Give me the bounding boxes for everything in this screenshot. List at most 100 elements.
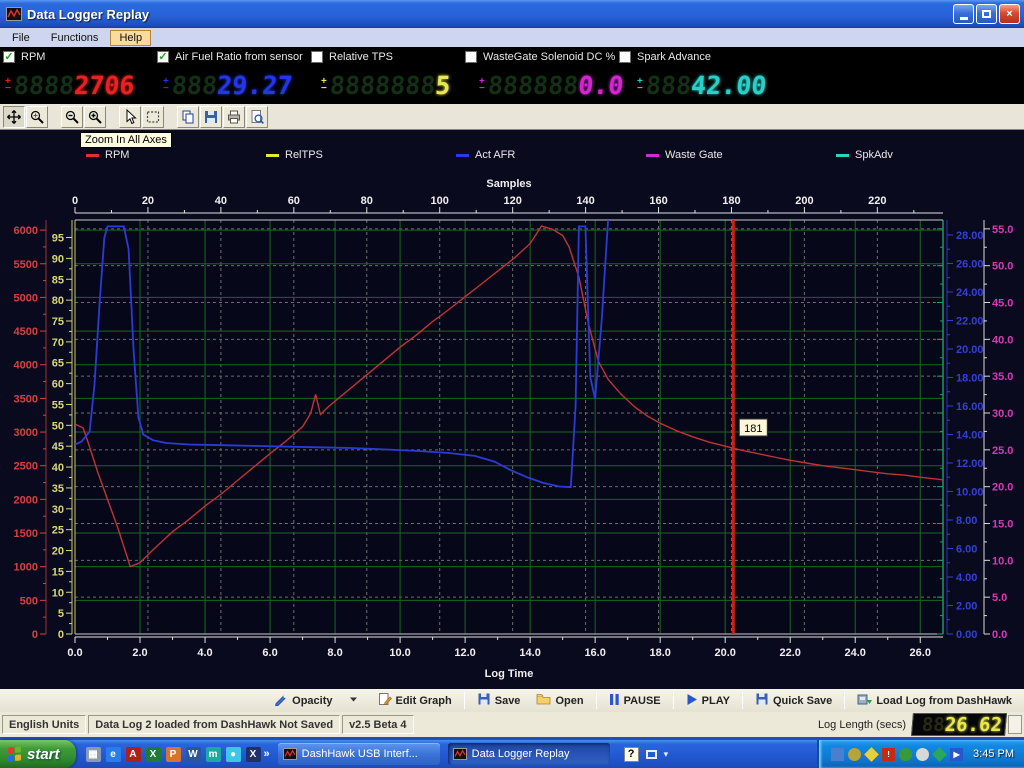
channel-checkbox-row: ✓RPM✓Air Fuel Ratio from sensorRelative … — [0, 47, 1024, 66]
publisher-quicklaunch-icon[interactable]: P — [166, 747, 181, 762]
task-button-1[interactable]: Data Logger Replay — [448, 743, 610, 765]
alert-tray-icon[interactable]: ! — [882, 748, 895, 761]
svg-text:55: 55 — [52, 399, 64, 411]
x-quicklaunch-icon[interactable]: X — [246, 747, 261, 762]
button-play[interactable]: PLAY — [679, 690, 737, 712]
security-tray-icon[interactable] — [864, 747, 879, 762]
mouse-tray-icon[interactable] — [916, 748, 929, 761]
update-tray-icon[interactable] — [899, 748, 912, 761]
plus-minus-icon: +− — [5, 78, 11, 92]
zoom-out-button[interactable] — [61, 106, 83, 128]
chart-toolbar — [0, 104, 1024, 130]
minimize-button[interactable] — [953, 4, 974, 24]
excel-quicklaunch-icon[interactable]: X — [146, 747, 161, 762]
help-tray-icon[interactable]: ? — [624, 747, 639, 762]
svg-text:5500: 5500 — [14, 259, 38, 271]
svg-text:26.00: 26.00 — [956, 258, 984, 270]
led-digits: 88888885 — [329, 71, 452, 100]
acrobat-quicklaunch-icon[interactable]: A — [126, 747, 141, 762]
svg-text:18.00: 18.00 — [956, 372, 984, 384]
button-open[interactable]: Open — [529, 689, 590, 712]
messenger-quicklaunch-icon[interactable]: ● — [226, 747, 241, 762]
menu-item-help[interactable]: Help — [110, 30, 151, 46]
channel-checkbox-2[interactable]: Relative TPS — [311, 51, 465, 63]
toolbar-separator — [844, 692, 845, 709]
status-units: English Units — [2, 715, 86, 734]
save-icon — [203, 109, 219, 125]
status-version: v2.5 Beta 4 — [342, 715, 413, 734]
channel-checkbox-3[interactable]: WasteGate Solenoid DC % — [465, 51, 619, 63]
pen-icon — [274, 692, 292, 709]
svg-text:200: 200 — [795, 195, 813, 207]
svg-text:15: 15 — [52, 566, 64, 578]
close-button[interactable]: × — [999, 4, 1020, 24]
button-caret[interactable] — [342, 689, 369, 712]
network-tray-icon[interactable] — [831, 748, 844, 761]
button-label: Edit Graph — [396, 695, 452, 707]
zoom-dynamic-button[interactable] — [26, 106, 48, 128]
svg-text:0.00: 0.00 — [956, 629, 977, 641]
button-label: Opacity — [292, 695, 332, 707]
toolbar-tooltip: Zoom In All Axes — [80, 132, 172, 148]
svg-text:140: 140 — [576, 195, 594, 207]
button-edit-graph[interactable]: Edit Graph — [371, 689, 459, 712]
zoom-in-icon — [87, 109, 103, 125]
deskband: ? ▾ — [624, 747, 669, 762]
cursor-button[interactable] — [119, 106, 141, 128]
svg-text:220: 220 — [868, 195, 886, 207]
volume-tray-icon[interactable] — [848, 748, 861, 761]
menu-item-functions[interactable]: Functions — [42, 30, 108, 46]
start-button[interactable]: start — [0, 740, 76, 768]
task-button-0[interactable]: DashHawk USB Interf... — [278, 743, 440, 765]
maximize-button[interactable] — [976, 4, 997, 24]
channel-checkbox-0[interactable]: ✓RPM — [3, 51, 157, 63]
chart-panel: Zoom In All Axes RPMRelTPSAct AFRWaste G… — [0, 130, 1024, 684]
button-opacity[interactable]: Opacity — [267, 689, 339, 712]
svg-text:5.0: 5.0 — [992, 592, 1007, 604]
word-quicklaunch-icon[interactable]: W — [186, 747, 201, 762]
channel-label: WasteGate Solenoid DC % — [483, 51, 615, 63]
zoom-in-button[interactable] — [84, 106, 106, 128]
deskband-caret-icon[interactable]: ▾ — [664, 749, 669, 760]
button-pause[interactable]: PAUSE — [602, 690, 668, 712]
svg-text:75: 75 — [52, 316, 64, 328]
button-label: PAUSE — [624, 695, 661, 707]
button-load-log-from-dashhawk[interactable]: Load Log from DashHawk — [850, 689, 1019, 712]
print-preview-button[interactable] — [246, 106, 268, 128]
app-quicklaunch-icon[interactable]: ▦ — [86, 747, 101, 762]
plus-minus-icon: +− — [637, 78, 643, 92]
checkbox-icon — [311, 51, 323, 63]
toolbar-separator — [673, 692, 674, 709]
led-display-4: +−88842.00 — [637, 71, 790, 100]
pan-button[interactable] — [3, 106, 25, 128]
svg-text:1000: 1000 — [14, 562, 38, 574]
button-save[interactable]: Save — [470, 689, 528, 712]
media-tray-icon[interactable]: ▶ — [950, 748, 963, 761]
ie-quicklaunch-icon[interactable]: e — [106, 747, 121, 762]
sync-tray-icon[interactable] — [932, 747, 947, 762]
menu-item-file[interactable]: File — [3, 30, 39, 46]
print-button[interactable] — [223, 106, 245, 128]
svg-text:60: 60 — [52, 379, 64, 391]
layout-tray-icon[interactable] — [646, 750, 657, 759]
svg-text:160: 160 — [649, 195, 667, 207]
svg-text:10.0: 10.0 — [992, 555, 1013, 567]
svg-text:60: 60 — [288, 195, 300, 207]
channel-checkbox-1[interactable]: ✓Air Fuel Ratio from sensor — [157, 51, 311, 63]
msn-quicklaunch-icon[interactable]: m — [206, 747, 221, 762]
save-button[interactable] — [200, 106, 222, 128]
load-icon — [857, 692, 876, 709]
svg-text:4000: 4000 — [14, 360, 38, 372]
checkbox-icon: ✓ — [3, 51, 15, 63]
app-icon — [6, 7, 22, 21]
button-quick-save[interactable]: Quick Save — [748, 689, 839, 712]
marquee-select-button[interactable] — [142, 106, 164, 128]
svg-text:55.0: 55.0 — [992, 224, 1013, 236]
button-label: Load Log from DashHawk — [876, 695, 1012, 707]
led-display-3: +−8888880.0 — [479, 71, 632, 100]
copy-button[interactable] — [177, 106, 199, 128]
channel-checkbox-4[interactable]: Spark Advance — [619, 51, 773, 63]
led-display-row: +−88882706+−88829.27+−88888885+−8888880.… — [0, 66, 1024, 104]
copy-icon — [180, 109, 196, 125]
chart-plot[interactable]: 0500100015002000250030003500400045005000… — [0, 130, 1024, 684]
